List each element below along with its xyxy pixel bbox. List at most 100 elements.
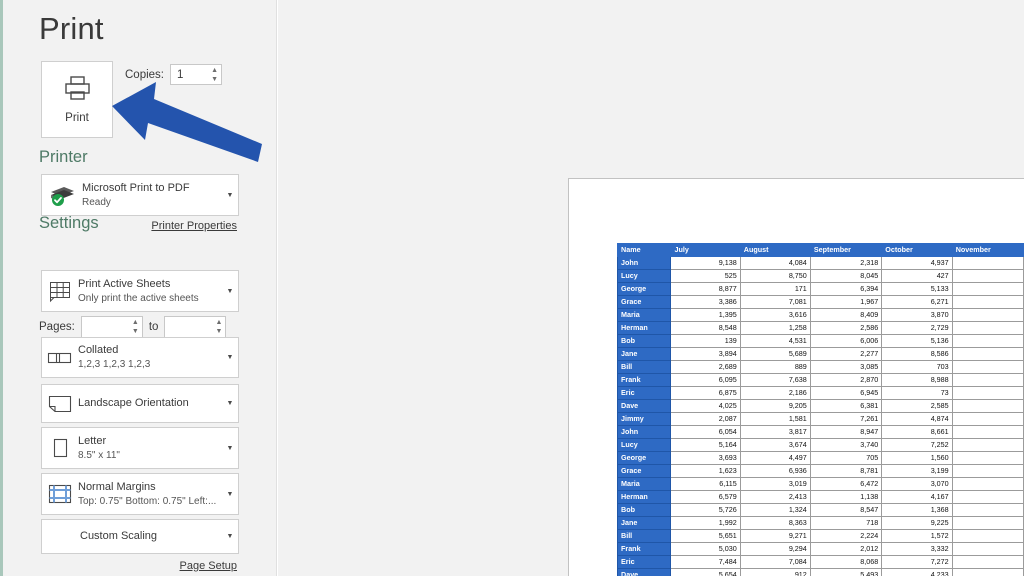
data-cell: [951, 568, 1024, 576]
collate-icon: [42, 350, 78, 366]
data-cell: 4,497: [739, 451, 811, 465]
data-cell: 1,395: [670, 308, 741, 322]
pages-range-row: Pages: ▲ ▼ to ▲ ▼: [39, 316, 227, 338]
data-cell: 4,531: [739, 334, 811, 348]
chevron-down-icon[interactable]: ▼: [215, 328, 222, 335]
data-cell: 6,936: [739, 464, 811, 478]
pages-from-stepper[interactable]: ▲ ▼: [80, 316, 143, 338]
scaling-selector[interactable]: Custom Scaling ▼: [41, 519, 239, 554]
data-cell: [951, 516, 1024, 530]
data-cell: 5,030: [670, 542, 741, 556]
paper-size-selector[interactable]: Letter 8.5" x 11" ▼: [41, 427, 239, 469]
data-cell: 4,874: [881, 412, 953, 426]
data-cell: [951, 425, 1024, 439]
chevron-down-icon[interactable]: ▼: [222, 491, 238, 498]
data-cell: [951, 334, 1024, 348]
print-area-title: Print Active Sheets: [78, 277, 171, 290]
print-area-subtitle: Only print the active sheets: [78, 292, 199, 304]
row-name-cell: Bill: [616, 529, 672, 543]
data-cell: 9,138: [670, 256, 741, 270]
data-cell: 5,136: [881, 334, 953, 348]
row-name-cell: Dave: [616, 399, 672, 413]
settings-section-heading: Settings: [39, 214, 99, 232]
data-cell: 6,472: [809, 477, 883, 491]
data-cell: 6,054: [670, 425, 741, 439]
column-header: November: [951, 243, 1024, 257]
data-cell: 703: [881, 360, 953, 374]
chevron-up-icon[interactable]: ▲: [132, 319, 139, 326]
data-cell: 9,225: [881, 516, 953, 530]
data-cell: 139: [670, 334, 741, 348]
data-cell: 8,547: [809, 503, 883, 517]
column-header: Name: [616, 243, 672, 257]
table-row: Grace 1,623 6,936 8,781 3,199: [616, 464, 1024, 478]
row-name-cell: Frank: [616, 542, 672, 556]
print-button[interactable]: Print: [41, 61, 113, 138]
data-cell: [951, 555, 1024, 569]
data-cell: 6,271: [881, 295, 953, 309]
chevron-down-icon[interactable]: ▼: [222, 288, 238, 295]
orientation-selector[interactable]: Landscape Orientation ▼: [41, 384, 239, 423]
chevron-down-icon[interactable]: ▼: [222, 354, 238, 361]
collation-subtitle: 1,2,3 1,2,3 1,2,3: [78, 359, 151, 370]
chevron-down-icon[interactable]: ▼: [132, 328, 139, 335]
data-cell: 4,167: [881, 490, 953, 504]
printer-device-icon: [42, 183, 82, 207]
page-setup-link[interactable]: Page Setup: [180, 560, 238, 572]
data-cell: 3,199: [881, 464, 953, 478]
data-cell: 1,138: [809, 490, 883, 504]
data-cell: 8,409: [809, 308, 883, 322]
data-cell: 427: [881, 269, 953, 283]
print-area-selector[interactable]: Print Active Sheets Only print the activ…: [41, 270, 239, 312]
table-row: Bob 139 4,531 6,006 5,136: [616, 334, 1024, 348]
data-cell: 5,726: [670, 503, 741, 517]
data-cell: 718: [809, 516, 883, 530]
data-cell: 7,272: [881, 555, 953, 569]
row-name-cell: Eric: [616, 386, 672, 400]
chevron-down-icon[interactable]: ▼: [222, 192, 238, 199]
row-name-cell: Dave: [616, 568, 672, 576]
data-cell: 1,623: [670, 464, 741, 478]
data-cell: 2,186: [739, 386, 811, 400]
table-row: George 3,693 4,497 705 1,560: [616, 451, 1024, 465]
table-row: Lucy 525 8,750 8,045 427: [616, 269, 1024, 283]
row-name-cell: Grace: [616, 464, 672, 478]
data-cell: 2,729: [881, 321, 953, 335]
data-cell: 3,085: [809, 360, 883, 374]
collation-selector[interactable]: Collated 1,2,3 1,2,3 1,2,3 ▼: [41, 337, 239, 378]
data-cell: 4,233: [881, 568, 953, 576]
table-row: Dave 4,025 9,205 6,381 2,585: [616, 399, 1024, 413]
data-cell: [951, 321, 1024, 335]
row-name-cell: George: [616, 451, 672, 465]
sheets-grid-icon: [42, 279, 78, 303]
data-cell: 6,394: [809, 282, 883, 296]
preview-spreadsheet-table: Name July August September October November J…: [616, 243, 1024, 576]
pages-to-spin-arrows[interactable]: ▲ ▼: [215, 317, 222, 337]
pages-to-stepper[interactable]: ▲ ▼: [164, 316, 227, 338]
row-name-cell: John: [616, 256, 672, 270]
chevron-up-icon[interactable]: ▲: [215, 319, 222, 326]
printer-properties-link[interactable]: Printer Properties: [151, 220, 237, 232]
chevron-down-icon[interactable]: ▼: [211, 76, 218, 83]
chevron-down-icon[interactable]: ▼: [222, 445, 238, 452]
data-cell: 7,638: [739, 373, 811, 387]
row-name-cell: Lucy: [616, 269, 672, 283]
paper-portrait-icon: [42, 436, 78, 460]
copies-stepper[interactable]: 1 ▲ ▼: [170, 64, 222, 85]
chevron-down-icon[interactable]: ▼: [222, 533, 238, 540]
table-row: John 9,138 4,084 2,318 4,937: [616, 256, 1024, 270]
chevron-down-icon[interactable]: ▼: [222, 400, 238, 407]
chevron-up-icon[interactable]: ▲: [211, 67, 218, 74]
data-cell: 4,937: [881, 256, 953, 270]
pages-to-label: to: [148, 321, 159, 333]
copies-spin-arrows[interactable]: ▲ ▼: [211, 65, 218, 84]
row-name-cell: Herman: [616, 490, 672, 504]
printer-selector[interactable]: Microsoft Print to PDF Ready ▼: [41, 174, 239, 216]
data-cell: 5,133: [881, 282, 953, 296]
data-cell: 9,205: [739, 399, 811, 413]
column-header: August: [739, 243, 811, 257]
pages-from-spin-arrows[interactable]: ▲ ▼: [132, 317, 139, 337]
data-cell: 4,025: [670, 399, 741, 413]
margins-selector[interactable]: Normal Margins Top: 0.75" Bottom: 0.75" …: [41, 473, 239, 515]
data-cell: 7,261: [809, 412, 883, 426]
